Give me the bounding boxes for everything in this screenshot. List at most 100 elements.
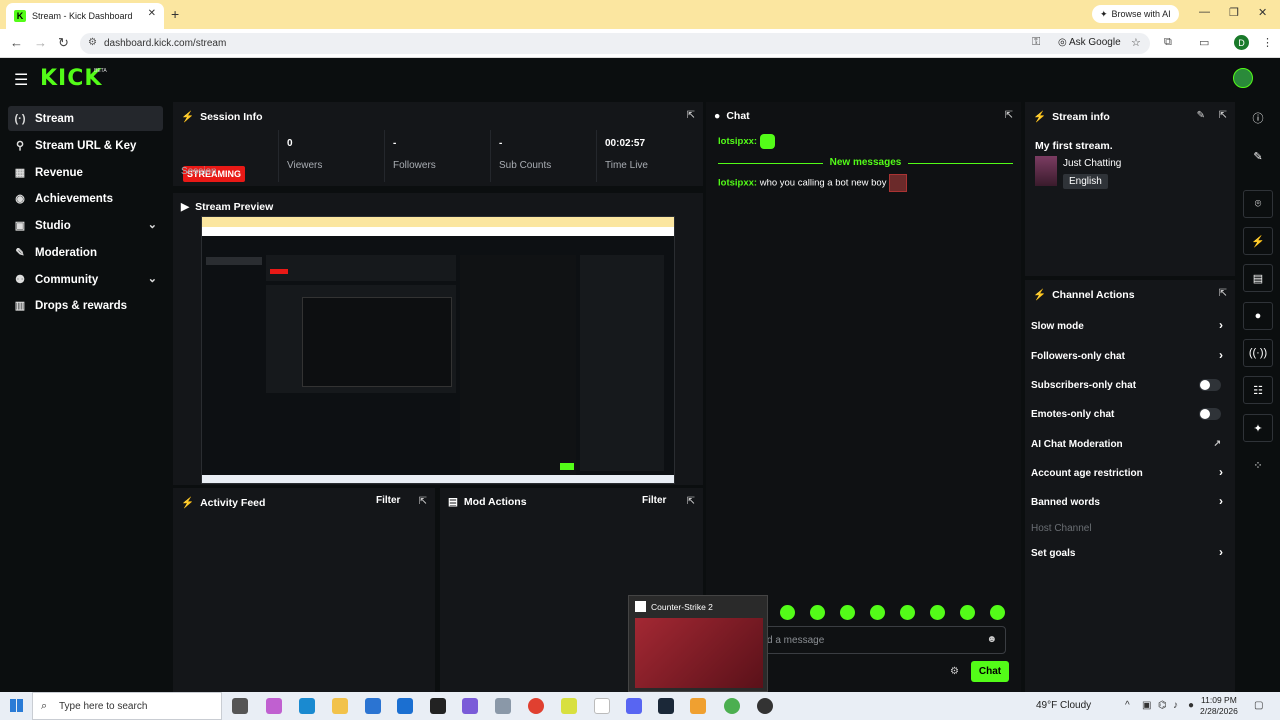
chevron-right-icon[interactable]: ›: [1219, 318, 1223, 332]
info-icon[interactable]: ⓘ: [1243, 104, 1273, 132]
emote-icon[interactable]: [840, 605, 855, 620]
popout-icon[interactable]: ⇱: [687, 110, 695, 121]
sidebar-item-moderation[interactable]: ✎ Moderation: [8, 240, 163, 265]
app-icon[interactable]: [495, 698, 511, 714]
emote-icon[interactable]: [900, 605, 915, 620]
clip-icon[interactable]: ⌾: [1243, 190, 1273, 218]
site-settings-icon[interactable]: ⚙: [88, 37, 97, 48]
minimize-icon[interactable]: —: [1199, 6, 1210, 18]
volume-icon[interactable]: ♪: [1173, 700, 1178, 711]
lightning-icon[interactable]: ⚡: [1243, 227, 1273, 255]
emote-icon[interactable]: [990, 605, 1005, 620]
network-icon[interactable]: ⌬: [1158, 700, 1167, 711]
epic-games-icon[interactable]: [430, 698, 446, 714]
filter-button[interactable]: Filter: [376, 495, 400, 506]
chevron-down-icon[interactable]: ⌄: [148, 272, 157, 285]
close-tab-icon[interactable]: ✕: [148, 8, 156, 19]
chrome-icon[interactable]: [528, 698, 544, 714]
chat-message[interactable]: lotsipxx: who you calling a bot new boy: [718, 174, 908, 192]
sidebar-item-stream[interactable]: (·) Stream: [8, 106, 163, 131]
ask-google-button[interactable]: ◎ Ask Google: [1058, 37, 1121, 48]
chat-message-input[interactable]: d a message ☻: [754, 626, 1006, 654]
sidebar-item-stream-url-key[interactable]: ⚲ Stream URL & Key: [8, 133, 163, 158]
emote-icon[interactable]: [960, 605, 975, 620]
external-link-icon[interactable]: ↗: [1213, 438, 1221, 449]
chevron-right-icon[interactable]: ›: [1219, 348, 1223, 362]
browser-tab[interactable]: K Stream - Kick Dashboard ✕: [6, 3, 164, 29]
tray-icon[interactable]: ▣: [1142, 700, 1151, 711]
outlook-icon[interactable]: [397, 698, 413, 714]
popout-icon[interactable]: ⇱: [1219, 288, 1227, 299]
password-key-icon[interactable]: ⚿: [1032, 36, 1040, 49]
taskbar-search-input[interactable]: ⌕ Type here to search: [32, 692, 222, 720]
chevron-right-icon[interactable]: ›: [1219, 465, 1223, 479]
obs-icon[interactable]: [757, 698, 773, 714]
edit-pencil-icon[interactable]: ✎: [1197, 110, 1205, 121]
popout-icon[interactable]: ⇱: [687, 496, 695, 507]
steam-icon[interactable]: [658, 698, 674, 714]
emote-icon[interactable]: [870, 605, 885, 620]
hamburger-menu-icon[interactable]: ☰: [14, 70, 28, 90]
followers-only-chat-row[interactable]: Followers-only chat ›: [1031, 346, 1229, 366]
notifications-icon[interactable]: ▢: [1254, 700, 1263, 711]
weather-widget[interactable]: 49°F Cloudy: [1036, 700, 1091, 711]
copilot-icon[interactable]: [266, 698, 282, 714]
notes-app-icon[interactable]: [561, 698, 577, 714]
popout-icon[interactable]: ⇱: [1005, 110, 1013, 121]
layout-icon[interactable]: ☷: [1243, 376, 1273, 404]
menu-dots-icon[interactable]: ⋮: [1262, 36, 1273, 49]
wrench-icon[interactable]: ✦: [1243, 414, 1273, 442]
chat-settings-icon[interactable]: ⚙: [950, 666, 959, 677]
forward-icon[interactable]: →: [34, 35, 47, 50]
reload-icon[interactable]: ↻: [58, 35, 69, 51]
chrome-profile-icon[interactable]: [724, 698, 740, 714]
new-messages-divider[interactable]: New messages: [718, 157, 1013, 168]
ai-chat-moderation-row[interactable]: AI Chat Moderation ↗: [1031, 434, 1229, 454]
slow-mode-row[interactable]: Slow mode ›: [1031, 316, 1229, 336]
chevron-up-icon[interactable]: ^: [1125, 700, 1130, 711]
chevron-right-icon[interactable]: ›: [1219, 545, 1223, 559]
chat-username[interactable]: lotsipxx:: [718, 136, 757, 147]
banned-words-row[interactable]: Banned words ›: [1031, 492, 1229, 512]
sidebar-item-studio[interactable]: ▣ Studio ⌄: [8, 213, 163, 238]
chevron-down-icon[interactable]: ⌄: [148, 218, 157, 231]
system-clock[interactable]: 11:09 PM 2/28/2026: [1200, 695, 1238, 717]
edge-icon[interactable]: [299, 698, 315, 714]
profile-avatar[interactable]: D: [1234, 35, 1249, 50]
side-panel-icon[interactable]: ▭: [1199, 36, 1209, 49]
new-tab-button[interactable]: +: [171, 6, 179, 22]
send-chat-button[interactable]: Chat: [971, 661, 1009, 682]
user-avatar[interactable]: [1233, 68, 1253, 88]
sidebar-item-community[interactable]: ⚉ Community ⌄: [8, 267, 163, 292]
sidebar-item-achievements[interactable]: ◉ Achievements: [8, 186, 163, 211]
emote-icon[interactable]: [780, 605, 795, 620]
notes-icon[interactable]: ▤: [1243, 264, 1273, 292]
stream-preview-video[interactable]: [201, 216, 675, 484]
url-field[interactable]: ⚙ dashboard.kick.com/stream: [80, 33, 1150, 54]
set-goals-row[interactable]: Set goals ›: [1031, 543, 1229, 563]
restore-icon[interactable]: ❐: [1229, 6, 1239, 19]
chat-icon[interactable]: ●: [1243, 302, 1273, 330]
document-icon[interactable]: [594, 698, 610, 714]
store-icon[interactable]: [365, 698, 381, 714]
file-explorer-icon[interactable]: [332, 698, 348, 714]
windows-start-icon[interactable]: [10, 699, 23, 712]
broadcast-icon[interactable]: ((·)): [1243, 339, 1273, 367]
subscribers-only-toggle[interactable]: [1199, 379, 1221, 391]
counter-strike-icon[interactable]: [690, 698, 706, 714]
microphone-icon[interactable]: ●: [1188, 700, 1194, 711]
sidebar-item-revenue[interactable]: ▦ Revenue: [8, 160, 163, 185]
task-view-icon[interactable]: [232, 698, 248, 714]
edit-icon[interactable]: ✎: [1243, 142, 1273, 170]
emote-icon[interactable]: [810, 605, 825, 620]
chat-username[interactable]: lotsipxx:: [718, 178, 757, 189]
window-thumbnail[interactable]: [635, 618, 763, 688]
emote-icon[interactable]: [930, 605, 945, 620]
emoji-picker-icon[interactable]: ☻: [986, 634, 997, 645]
sidebar-item-drops-rewards[interactable]: ▥ Drops & rewards: [8, 293, 163, 318]
filter-button[interactable]: Filter: [642, 495, 666, 506]
chevron-right-icon[interactable]: ›: [1219, 494, 1223, 508]
bookmark-star-icon[interactable]: ☆: [1131, 36, 1141, 49]
account-age-restriction-row[interactable]: Account age restriction ›: [1031, 463, 1229, 483]
back-icon[interactable]: ←: [10, 35, 23, 50]
